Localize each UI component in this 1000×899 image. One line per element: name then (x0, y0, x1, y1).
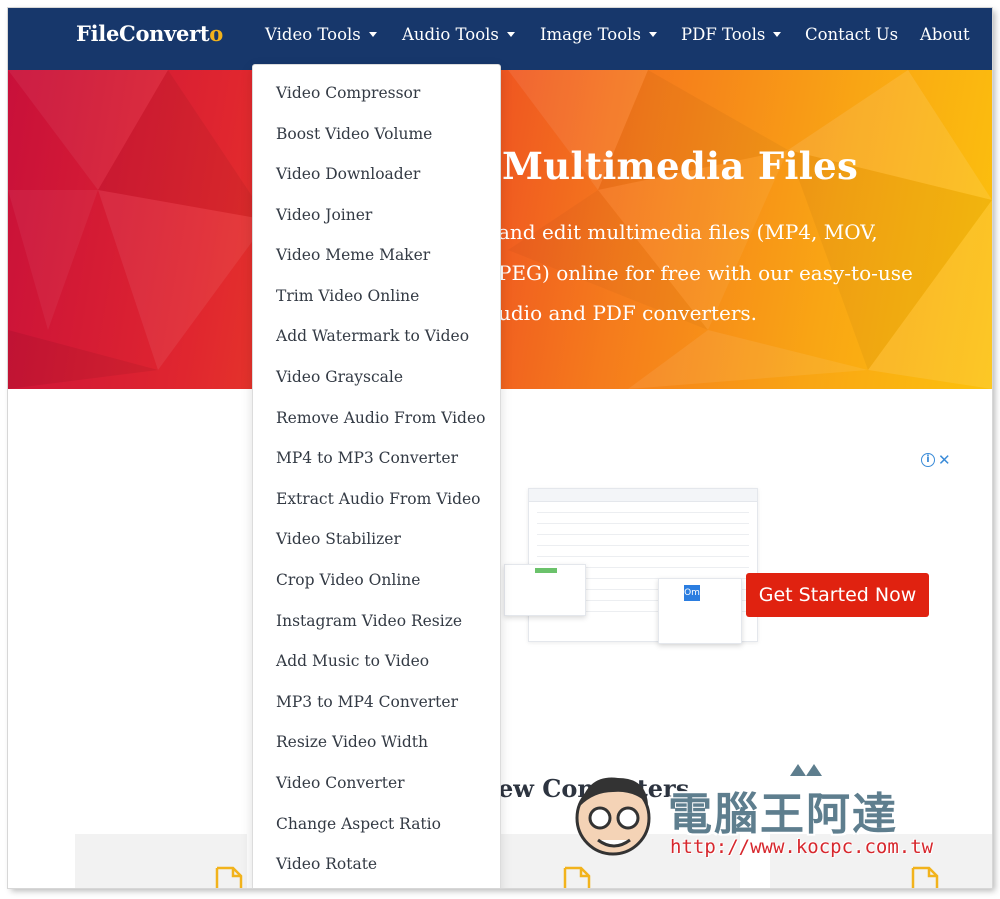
browser-viewport: FileConverto Video Tools Audio Tools Ima… (8, 8, 992, 888)
nav-contact-us[interactable]: Contact Us (805, 25, 898, 44)
menu-item-video-downloader[interactable]: Video Downloader (276, 165, 420, 183)
nav-contact-us-label: Contact Us (805, 25, 899, 44)
caret-down-icon (506, 32, 515, 37)
menu-item-instagram-video-resize[interactable]: Instagram Video Resize (276, 612, 462, 630)
nav-pdf-tools-label: PDF Tools (681, 25, 766, 44)
menu-item-change-aspect-ratio[interactable]: Change Aspect Ratio (276, 815, 441, 833)
nav-about[interactable]: About (920, 25, 970, 44)
hero-description-line: PEG) online for free with our easy-to-us… (498, 261, 913, 285)
menu-item-extract-audio-from-video[interactable]: Extract Audio From Video (276, 490, 481, 508)
menu-item-boost-video-volume[interactable]: Boost Video Volume (276, 125, 432, 143)
video-tools-dropdown: Video Compressor Boost Video Volume Vide… (252, 64, 501, 888)
menu-item-video-joiner[interactable]: Video Joiner (276, 206, 372, 224)
nav-video-tools[interactable]: Video Tools (265, 25, 377, 44)
watermark-url: http://www.kocpc.com.tw (670, 836, 934, 858)
ad-info-icon[interactable]: i (921, 453, 935, 467)
menu-item-video-stabilizer[interactable]: Video Stabilizer (276, 530, 401, 548)
menu-item-video-converter[interactable]: Video Converter (276, 774, 405, 792)
menu-item-remove-audio-from-video[interactable]: Remove Audio From Video (276, 409, 485, 427)
hero-description-line: and edit multimedia files (MP4, MOV, (498, 220, 878, 244)
menu-item-add-watermark-to-video[interactable]: Add Watermark to Video (276, 327, 469, 345)
menu-item-video-meme-maker[interactable]: Video Meme Maker (276, 246, 430, 264)
menu-item-video-grayscale[interactable]: Video Grayscale (276, 368, 403, 386)
menu-item-video-compressor[interactable]: Video Compressor (276, 84, 420, 102)
menu-item-crop-video-online[interactable]: Crop Video Online (276, 571, 420, 589)
caret-down-icon (648, 32, 657, 37)
hero-description-line: udio and PDF converters. (498, 301, 758, 325)
ad-controls: i ✕ (921, 451, 951, 469)
ad-mockup-popup: Om (658, 578, 742, 644)
caret-down-icon (773, 32, 782, 37)
menu-item-mp4-to-mp3-converter[interactable]: MP4 to MP3 Converter (276, 449, 458, 467)
brand-name-accent: o (209, 21, 223, 46)
nav-audio-tools-label: Audio Tools (402, 25, 499, 44)
menu-item-trim-video-online[interactable]: Trim Video Online (276, 287, 419, 305)
nav-audio-tools[interactable]: Audio Tools (402, 25, 515, 44)
top-navbar: FileConverto Video Tools Audio Tools Ima… (8, 8, 992, 70)
om-logo-icon: Om (684, 585, 700, 601)
file-icon (911, 866, 939, 888)
hero-title: Multimedia Files (502, 144, 859, 188)
watermark-text: 電腦王阿達 (668, 789, 898, 840)
ad-mockup-card (504, 564, 586, 616)
nav-pdf-tools[interactable]: PDF Tools (681, 25, 782, 44)
caret-down-icon (368, 32, 377, 37)
file-icon (215, 866, 243, 888)
ad-close-icon[interactable]: ✕ (938, 451, 951, 469)
menu-item-mp3-to-mp4-converter[interactable]: MP3 to MP4 Converter (276, 693, 458, 711)
file-icon (563, 866, 591, 888)
menu-item-resize-video-width[interactable]: Resize Video Width (276, 733, 428, 751)
menu-item-add-music-to-video[interactable]: Add Music to Video (276, 652, 429, 670)
menu-item-video-rotate[interactable]: Video Rotate (276, 855, 377, 873)
nav-about-label: About (920, 25, 970, 44)
nav-image-tools-label: Image Tools (540, 25, 641, 44)
brand-name: FileConvert (76, 21, 210, 46)
nav-video-tools-label: Video Tools (265, 25, 361, 44)
brand-logo[interactable]: FileConverto (76, 21, 223, 46)
get-started-button[interactable]: Get Started Now (746, 573, 929, 617)
nav-image-tools[interactable]: Image Tools (540, 25, 657, 44)
